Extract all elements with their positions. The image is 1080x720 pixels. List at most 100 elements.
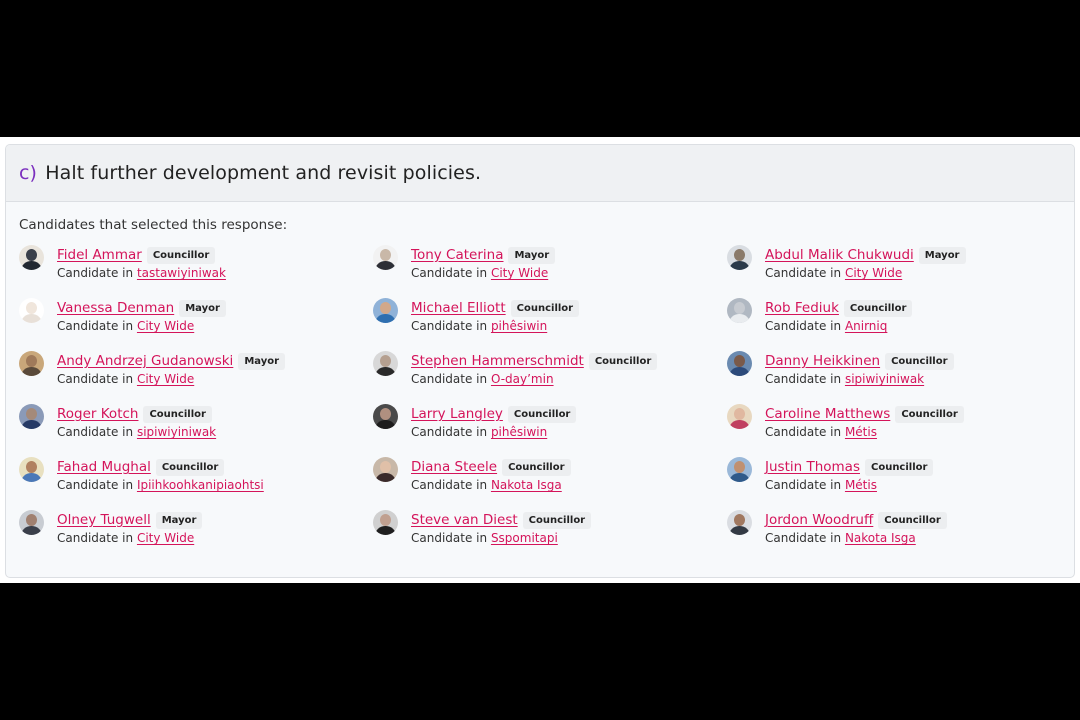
candidate-avatar xyxy=(19,404,44,429)
candidate-name-row: Rob Fediuk Councillor xyxy=(765,298,913,318)
avatar-head-shape xyxy=(26,302,37,314)
candidate-name-link[interactable]: Justin Thomas xyxy=(765,459,860,475)
candidate-name-link[interactable]: Stephen Hammerschmidt xyxy=(411,353,584,369)
candidate-name-link[interactable]: Andy Andrzej Gudanowski xyxy=(57,353,233,369)
candidate-avatar xyxy=(727,510,752,535)
candidate-name-link[interactable]: Jordon Woodruff xyxy=(765,512,873,528)
candidate-name-link[interactable]: Danny Heikkinen xyxy=(765,353,880,369)
candidate-role-badge: Mayor xyxy=(179,299,226,317)
candidate-district-link[interactable]: pihêsiwin xyxy=(491,425,547,439)
candidate-name-row: Stephen Hammerschmidt Councillor xyxy=(411,351,658,371)
candidate-name-link[interactable]: Tony Caterina xyxy=(411,247,503,263)
candidate-district-row: Candidate in City Wide xyxy=(765,266,966,280)
candidate-info: Fidel Ammar Councillor Candidate in tastaw… xyxy=(57,245,226,280)
candidate-district-link[interactable]: sipiwiyiniwak xyxy=(137,425,216,439)
candidate-item: Roger Kotch Councillor Candidate in sipiwi… xyxy=(19,404,373,444)
avatar-shoulders-shape xyxy=(21,473,42,482)
candidate-name-link[interactable]: Vanessa Denman xyxy=(57,300,174,316)
candidate-prefix: Candidate in xyxy=(411,478,488,492)
candidate-district-link[interactable]: City Wide xyxy=(137,372,194,386)
avatar-head-shape xyxy=(380,408,391,420)
candidate-item: Tony Caterina Mayor Candidate in City Wide xyxy=(373,245,727,285)
candidate-district-link[interactable]: City Wide xyxy=(491,266,548,280)
candidate-district-link[interactable]: City Wide xyxy=(137,531,194,545)
candidate-name-link[interactable]: Roger Kotch xyxy=(57,406,138,422)
candidate-name-link[interactable]: Michael Elliott xyxy=(411,300,506,316)
candidate-role-badge: Councillor xyxy=(507,405,577,423)
candidate-district-link[interactable]: Métis xyxy=(845,478,877,492)
candidate-district-row: Candidate in pihêsiwin xyxy=(411,319,579,333)
candidate-district-link[interactable]: Nakota Isga xyxy=(845,531,916,545)
candidate-name-link[interactable]: Fidel Ammar xyxy=(57,247,142,263)
candidate-role-badge: Councillor xyxy=(143,405,212,423)
candidate-role-badge: Councillor xyxy=(502,458,571,476)
candidate-info: Steve van Diest Councillor Candidate in Ss… xyxy=(411,510,592,545)
response-card-body: Candidates that selected this response: … xyxy=(6,202,1074,550)
avatar-head-shape xyxy=(734,461,745,473)
candidate-info: Danny Heikkinen Councillor Candidate in si… xyxy=(765,351,954,386)
avatar-head-shape xyxy=(734,249,745,261)
candidate-name-link[interactable]: Fahad Mughal xyxy=(57,459,151,475)
candidate-name-row: Vanessa Denman Mayor xyxy=(57,298,226,318)
candidate-district-link[interactable]: pihêsiwin xyxy=(491,319,547,333)
candidate-district-link[interactable]: City Wide xyxy=(137,319,194,333)
candidate-prefix: Candidate in xyxy=(411,425,488,439)
response-card-header: c) Halt further development and revisit … xyxy=(6,145,1074,202)
candidate-name-link[interactable]: Rob Fediuk xyxy=(765,300,839,316)
candidate-info: Diana Steele Councillor Candidate in Nakot… xyxy=(411,457,571,492)
candidate-district-link[interactable]: Ipiihkoohkanipiaohtsi xyxy=(137,478,264,492)
candidate-name-link[interactable]: Steve van Diest xyxy=(411,512,518,528)
avatar-shoulders-shape xyxy=(729,314,750,323)
candidate-district-row: Candidate in Anirniq xyxy=(765,319,912,333)
candidate-avatar xyxy=(373,351,398,376)
candidate-role-badge: Councillor xyxy=(510,299,580,317)
candidate-role-badge: Mayor xyxy=(238,352,286,370)
avatar-shoulders-shape xyxy=(21,420,42,429)
candidate-role-badge: Councillor xyxy=(878,511,947,529)
candidate-avatar xyxy=(19,245,44,270)
candidate-name-row: Abdul Malik Chukwudi Mayor xyxy=(765,245,966,265)
candidate-prefix: Candidate in xyxy=(411,372,488,386)
candidate-district-row: Candidate in City Wide xyxy=(411,266,555,280)
candidate-name-row: Diana Steele Councillor xyxy=(411,457,571,477)
candidate-info: Fahad Mughal Councillor Candidate in Ipiih… xyxy=(57,457,264,492)
avatar-head-shape xyxy=(26,408,37,420)
candidate-name-row: Jordon Woodruff Councillor xyxy=(765,510,947,530)
avatar-shoulders-shape xyxy=(21,314,42,323)
candidate-district-row: Candidate in Nakota Isga xyxy=(411,478,571,492)
candidate-name-link[interactable]: Caroline Matthews xyxy=(765,406,890,422)
candidate-info: Justin Thomas Councillor Candidate in Méti… xyxy=(765,457,934,492)
candidate-district-link[interactable]: tastawiyiniwak xyxy=(137,266,226,280)
candidate-district-link[interactable]: City Wide xyxy=(845,266,902,280)
candidate-role-badge: Councillor xyxy=(522,511,592,529)
candidate-district-link[interactable]: Anirniq xyxy=(845,319,887,333)
response-option-letter: c) xyxy=(19,162,38,184)
candidate-prefix: Candidate in xyxy=(765,266,842,280)
candidate-prefix: Candidate in xyxy=(765,478,842,492)
candidate-name-link[interactable]: Diana Steele xyxy=(411,459,497,475)
candidate-info: Stephen Hammerschmidt Councillor Candidate… xyxy=(411,351,658,386)
candidate-name-link[interactable]: Abdul Malik Chukwudi xyxy=(765,247,914,263)
candidate-name-row: Michael Elliott Councillor xyxy=(411,298,580,318)
candidate-item: Fahad Mughal Councillor Candidate in Ipiih… xyxy=(19,457,373,497)
candidates-section-label: Candidates that selected this response: xyxy=(19,217,288,233)
avatar-head-shape xyxy=(380,514,391,526)
candidate-district-row: Candidate in tastawiyiniwak xyxy=(57,266,226,280)
candidate-district-link[interactable]: Métis xyxy=(845,425,877,439)
response-title: c) Halt further development and revisit … xyxy=(19,162,481,184)
response-text: Halt further development and revisit pol… xyxy=(45,162,482,184)
candidate-prefix: Candidate in xyxy=(765,425,842,439)
candidate-district-link[interactable]: sipiwiyiniwak xyxy=(845,372,924,386)
candidate-item: Larry Langley Councillor Candidate in pihê… xyxy=(373,404,727,444)
candidate-district-link[interactable]: O-day’min xyxy=(491,372,554,386)
candidate-avatar xyxy=(727,457,752,482)
candidate-name-row: Caroline Matthews Councillor xyxy=(765,404,964,424)
candidate-name-row: Tony Caterina Mayor xyxy=(411,245,556,265)
candidate-name-link[interactable]: Larry Langley xyxy=(411,406,503,422)
candidate-prefix: Candidate in xyxy=(765,319,842,333)
candidate-role-badge: Councillor xyxy=(588,352,658,370)
candidate-district-link[interactable]: Nakota Isga xyxy=(491,478,562,492)
avatar-head-shape xyxy=(734,514,745,526)
candidate-name-link[interactable]: Olney Tugwell xyxy=(57,512,151,528)
candidate-district-link[interactable]: Sspomitapi xyxy=(491,531,558,545)
